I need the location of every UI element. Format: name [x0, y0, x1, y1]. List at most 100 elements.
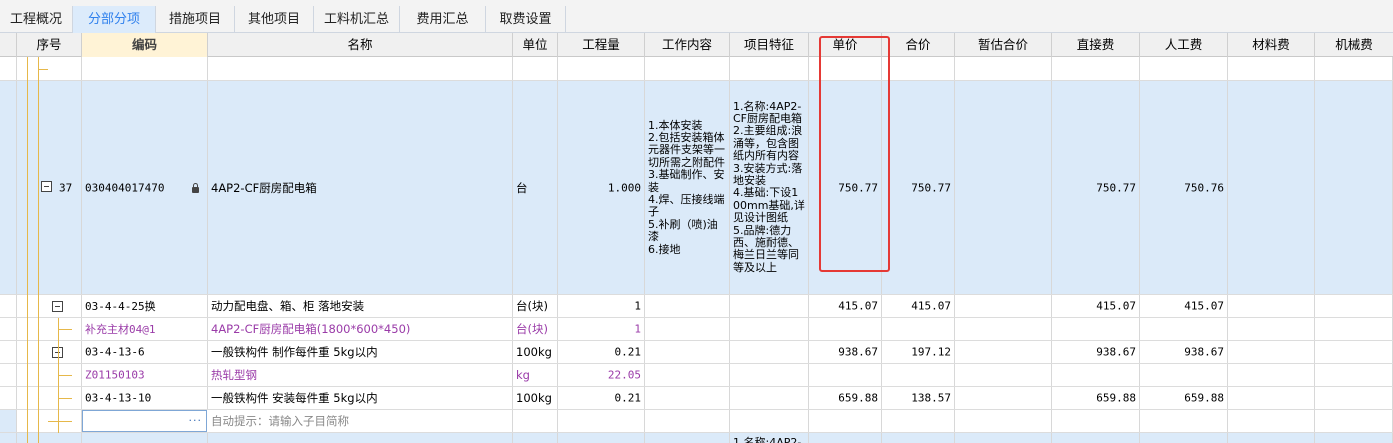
unit-price-cell[interactable]	[809, 364, 882, 386]
qty-cell[interactable]: 22.05	[558, 364, 645, 386]
qty-cell[interactable]: 0.21	[558, 341, 645, 363]
code-cell[interactable]: 补充主材04@1	[82, 318, 208, 340]
unit-cell[interactable]: 100kg	[513, 387, 558, 409]
feature-cell[interactable]	[730, 318, 809, 340]
header-direct-cost[interactable]: 直接费	[1052, 33, 1140, 57]
direct-cell[interactable]	[1052, 364, 1140, 386]
table-row[interactable]: 1.名称:4AP2-	[0, 433, 1393, 443]
header-code[interactable]: 编码	[82, 33, 208, 57]
header-unit-price[interactable]: 单价	[809, 33, 882, 57]
labor-cell[interactable]	[1140, 433, 1228, 443]
code-cell[interactable]: 030404017470	[82, 81, 208, 294]
code-cell[interactable]: Z01150103	[82, 364, 208, 386]
table-row-selected[interactable]: 37 030404017470 4AP2-CF厨房配电箱 台 1.000 1.本…	[0, 81, 1393, 295]
name-cell[interactable]: 4AP2-CF厨房配电箱(1800*600*450)	[208, 318, 513, 340]
unit-price-cell[interactable]	[809, 433, 882, 443]
total-cell[interactable]	[882, 318, 955, 340]
direct-cell[interactable]: 659.88	[1052, 387, 1140, 409]
tab-measures[interactable]: 措施项目	[156, 6, 235, 33]
prov-total-cell[interactable]	[955, 295, 1052, 317]
header-provisional-total[interactable]: 暂估合价	[955, 33, 1052, 57]
code-cell[interactable]: 03-4-4-25换	[82, 295, 208, 317]
machine-cell[interactable]	[1315, 387, 1393, 409]
direct-cell[interactable]	[1052, 433, 1140, 443]
work-cell[interactable]	[645, 387, 730, 409]
header-item-feature[interactable]: 项目特征	[730, 33, 809, 57]
qty-cell[interactable]	[558, 410, 645, 432]
unit-price-cell[interactable]: 659.88	[809, 387, 882, 409]
prov-total-cell[interactable]	[955, 433, 1052, 443]
unit-cell[interactable]: 100kg	[513, 341, 558, 363]
direct-cell[interactable]	[1052, 318, 1140, 340]
header-name[interactable]: 名称	[208, 33, 513, 57]
header-material-cost[interactable]: 材料费	[1228, 33, 1315, 57]
material-cell[interactable]	[1228, 433, 1315, 443]
code-cell[interactable]: 03-4-13-10	[82, 387, 208, 409]
work-cell[interactable]	[645, 318, 730, 340]
prov-total-cell[interactable]	[955, 364, 1052, 386]
qty-cell[interactable]: 1	[558, 295, 645, 317]
material-cell[interactable]	[1228, 295, 1315, 317]
prov-total-cell[interactable]	[955, 341, 1052, 363]
header-work-content[interactable]: 工作内容	[645, 33, 730, 57]
unit-price-cell[interactable]: 750.77	[809, 81, 882, 294]
qty-cell[interactable]: 0.21	[558, 387, 645, 409]
collapse-icon[interactable]	[41, 181, 52, 192]
machine-cell[interactable]	[1315, 81, 1393, 294]
total-cell[interactable]	[882, 410, 955, 432]
name-input-cell[interactable]: 自动提示：请输入子目简称	[208, 410, 513, 432]
table-row[interactable]: 03-4-13-10 一般铁构件 安装每件重 5kg以内 100kg 0.21 …	[0, 387, 1393, 410]
feature-cell[interactable]	[730, 387, 809, 409]
name-cell[interactable]: 动力配电盘、箱、柜 落地安装	[208, 295, 513, 317]
material-cell[interactable]	[1228, 410, 1315, 432]
table-row[interactable]: Z01150103 热轧型钢 kg 22.05	[0, 364, 1393, 387]
unit-price-cell[interactable]: 938.67	[809, 341, 882, 363]
machine-cell[interactable]	[1315, 364, 1393, 386]
name-cell[interactable]: 一般铁构件 安装每件重 5kg以内	[208, 387, 513, 409]
unit-cell[interactable]	[513, 433, 558, 443]
total-cell[interactable]: 415.07	[882, 295, 955, 317]
name-cell[interactable]	[208, 433, 513, 443]
labor-cell[interactable]: 938.67	[1140, 341, 1228, 363]
feature-cell[interactable]: 1.名称:4AP2-CF厨房配电箱 2.主要组成:浪涌等，包含图纸内所有内容 3…	[730, 81, 809, 294]
work-cell[interactable]	[645, 433, 730, 443]
tab-sub-items[interactable]: 分部分项	[73, 6, 156, 33]
qty-cell[interactable]	[558, 433, 645, 443]
name-cell[interactable]: 一般铁构件 制作每件重 5kg以内	[208, 341, 513, 363]
tab-project-overview[interactable]: 工程概况	[0, 6, 73, 33]
prov-total-cell[interactable]	[955, 318, 1052, 340]
tab-fee-settings[interactable]: 取费设置	[486, 6, 566, 33]
work-cell[interactable]	[645, 341, 730, 363]
material-cell[interactable]	[1228, 81, 1315, 294]
prov-total-cell[interactable]	[955, 410, 1052, 432]
unit-cell[interactable]: 台(块)	[513, 295, 558, 317]
table-row[interactable]: 03-4-13-6 一般铁构件 制作每件重 5kg以内 100kg 0.21 9…	[0, 341, 1393, 364]
labor-cell[interactable]	[1140, 318, 1228, 340]
material-cell[interactable]	[1228, 318, 1315, 340]
total-cell[interactable]: 138.57	[882, 387, 955, 409]
name-cell[interactable]: 热轧型钢	[208, 364, 513, 386]
unit-cell[interactable]: kg	[513, 364, 558, 386]
code-cell[interactable]	[82, 433, 208, 443]
unit-cell[interactable]: 台	[513, 81, 558, 294]
qty-cell[interactable]: 1.000	[558, 81, 645, 294]
work-cell[interactable]	[645, 295, 730, 317]
total-cell[interactable]	[882, 433, 955, 443]
unit-price-cell[interactable]	[809, 318, 882, 340]
header-quantity[interactable]: 工程量	[558, 33, 645, 57]
work-cell[interactable]: 1.本体安装 2.包括安装箱体元器件支架等一切所需之附配件 3.基础制作、安装 …	[645, 81, 730, 294]
feature-cell[interactable]	[730, 341, 809, 363]
name-cell[interactable]: 4AP2-CF厨房配电箱	[208, 81, 513, 294]
labor-cell[interactable]	[1140, 410, 1228, 432]
labor-cell[interactable]: 415.07	[1140, 295, 1228, 317]
machine-cell[interactable]	[1315, 341, 1393, 363]
machine-cell[interactable]	[1315, 318, 1393, 340]
unit-cell[interactable]: 台(块)	[513, 318, 558, 340]
table-row[interactable]: 补充主材04@1 4AP2-CF厨房配电箱(1800*600*450) 台(块)…	[0, 318, 1393, 341]
table-row[interactable]: 03-4-4-25换 动力配电盘、箱、柜 落地安装 台(块) 1 415.07 …	[0, 295, 1393, 318]
feature-cell[interactable]	[730, 364, 809, 386]
direct-cell[interactable]: 415.07	[1052, 295, 1140, 317]
direct-cell[interactable]: 938.67	[1052, 341, 1140, 363]
unit-price-cell[interactable]: 415.07	[809, 295, 882, 317]
feature-cell[interactable]: 1.名称:4AP2-	[730, 433, 809, 443]
